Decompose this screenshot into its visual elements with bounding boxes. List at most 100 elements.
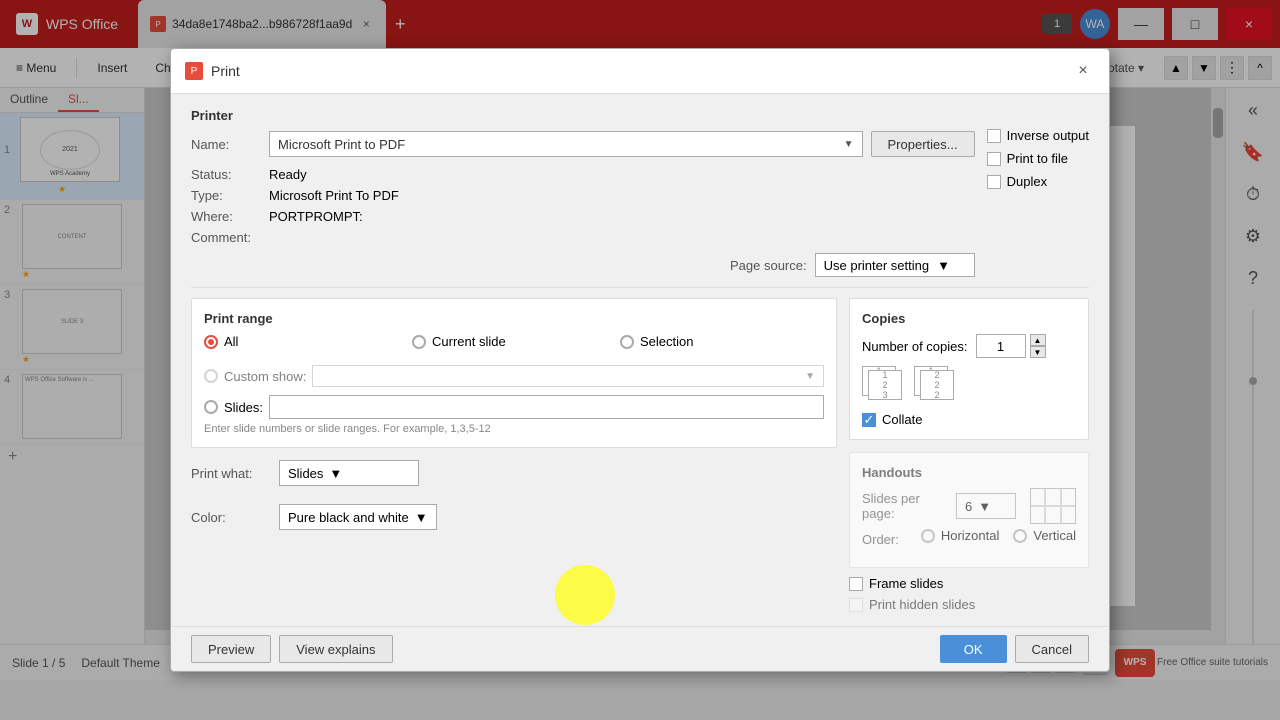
vertical-radio-row: Vertical bbox=[1013, 528, 1076, 543]
printer-section-title: Printer bbox=[191, 108, 975, 123]
copies-down-button[interactable]: ▼ bbox=[1030, 346, 1046, 358]
printer-name-value: Microsoft Print to PDF bbox=[278, 137, 844, 152]
dialog-titlebar: P Print × bbox=[171, 49, 1109, 94]
copies-row: Number of copies: ▲ ▼ bbox=[862, 334, 1076, 358]
printer-select-arrow: ▼ bbox=[844, 139, 854, 150]
print-what-value: Slides bbox=[288, 466, 323, 481]
preview-buttons: Preview View explains bbox=[191, 635, 393, 663]
handout-cell bbox=[1031, 507, 1044, 523]
duplex-label: Duplex bbox=[1007, 174, 1047, 189]
frame-slides-label: Frame slides bbox=[869, 576, 943, 591]
printer-where-row: Where: PORTPROMPT: bbox=[191, 209, 975, 224]
handout-cell bbox=[1046, 489, 1059, 505]
ok-button[interactable]: OK bbox=[940, 635, 1007, 663]
collate-checkbox[interactable]: ✓ bbox=[862, 413, 876, 427]
printer-comment-row: Comment: bbox=[191, 230, 975, 245]
divider-1 bbox=[191, 287, 1089, 288]
print-what-arrow: ▼ bbox=[329, 466, 342, 481]
print-to-file-row[interactable]: Print to file bbox=[987, 151, 1089, 166]
dialog-close-button[interactable]: × bbox=[1071, 59, 1095, 83]
handouts-section: Handouts Slides per page: 6 ▼ bbox=[849, 452, 1089, 568]
where-value: PORTPROMPT: bbox=[269, 209, 363, 224]
color-row: Color: Pure black and white ▼ bbox=[191, 504, 837, 530]
print-range-section: Print range All Current slide bbox=[191, 298, 837, 448]
print-to-file-checkbox[interactable] bbox=[987, 152, 1001, 166]
collate-icons: 123 123 111 222 bbox=[862, 366, 1076, 406]
print-what-color: Print what: Slides ▼ Color: Pure black a… bbox=[191, 460, 837, 530]
print-to-file-label: Print to file bbox=[1007, 151, 1068, 166]
current-slide-radio[interactable] bbox=[412, 335, 426, 349]
print-dialog: P Print × Printer Name: Microsoft Print … bbox=[170, 48, 1110, 672]
slides-per-page-select: 6 ▼ bbox=[956, 493, 1016, 519]
color-arrow: ▼ bbox=[415, 510, 428, 525]
frame-slides-row[interactable]: Frame slides bbox=[849, 576, 1089, 591]
page-source-value: Use printer setting bbox=[824, 258, 930, 273]
custom-show-radio-row: Custom show: ▼ bbox=[204, 365, 824, 387]
copies-input-row: ▲ ▼ bbox=[976, 334, 1046, 358]
handout-cell bbox=[1062, 507, 1075, 523]
comment-field-label: Comment: bbox=[191, 230, 261, 245]
duplex-row[interactable]: Duplex bbox=[987, 174, 1089, 189]
copies-spinner: ▲ ▼ bbox=[1030, 334, 1046, 358]
selection-label: Selection bbox=[640, 334, 693, 349]
slides-input[interactable] bbox=[269, 395, 824, 419]
vertical-label: Vertical bbox=[1033, 528, 1076, 543]
color-value: Pure black and white bbox=[288, 510, 409, 525]
horizontal-radio bbox=[921, 529, 935, 543]
copies-input[interactable] bbox=[976, 334, 1026, 358]
printer-name-select[interactable]: Microsoft Print to PDF ▼ bbox=[269, 131, 863, 157]
current-slide-label: Current slide bbox=[432, 334, 506, 349]
all-radio-row[interactable]: All bbox=[204, 334, 408, 349]
handouts-title: Handouts bbox=[862, 465, 1076, 480]
selection-radio[interactable] bbox=[620, 335, 634, 349]
color-select[interactable]: Pure black and white ▼ bbox=[279, 504, 437, 530]
copies-up-button[interactable]: ▲ bbox=[1030, 334, 1046, 346]
frame-slides-checkbox[interactable] bbox=[849, 577, 863, 591]
range-copies-section: Print range All Current slide bbox=[191, 298, 1089, 612]
status-value: Ready bbox=[269, 167, 307, 182]
slides-label: Slides: bbox=[224, 400, 263, 415]
dialog-footer: Preview View explains OK Cancel bbox=[171, 626, 1109, 671]
slides-per-page-value: 6 bbox=[965, 499, 972, 514]
custom-show-select: ▼ bbox=[312, 365, 824, 387]
inverse-output-label: Inverse output bbox=[1007, 128, 1089, 143]
num-copies-label: Number of copies: bbox=[862, 339, 968, 354]
printer-left: Printer Name: Microsoft Print to PDF ▼ P… bbox=[191, 108, 975, 277]
print-what-select[interactable]: Slides ▼ bbox=[279, 460, 419, 486]
type-label: Type: bbox=[191, 188, 261, 203]
vertical-radio bbox=[1013, 529, 1027, 543]
duplex-checkbox[interactable] bbox=[987, 175, 1001, 189]
inverse-output-row[interactable]: Inverse output bbox=[987, 128, 1089, 143]
range-title: Print range bbox=[204, 311, 824, 326]
properties-button[interactable]: Properties... bbox=[871, 131, 975, 157]
printer-name-row: Name: Microsoft Print to PDF ▼ Propertie… bbox=[191, 131, 975, 157]
range-left: Print range All Current slide bbox=[191, 298, 837, 612]
all-radio[interactable] bbox=[204, 335, 218, 349]
horizontal-label: Horizontal bbox=[941, 528, 1000, 543]
handout-cell bbox=[1046, 507, 1059, 523]
slides-radio[interactable] bbox=[204, 400, 218, 414]
frame-hidden-section: Frame slides Print hidden slides bbox=[849, 576, 1089, 612]
cancel-button[interactable]: Cancel bbox=[1015, 635, 1089, 663]
print-hidden-row: Print hidden slides bbox=[849, 597, 1089, 612]
color-label: Color: bbox=[191, 510, 271, 525]
range-radio-group: All Current slide Selection bbox=[204, 334, 824, 357]
preview-button[interactable]: Preview bbox=[191, 635, 271, 663]
inverse-output-checkbox[interactable] bbox=[987, 129, 1001, 143]
order-row: Order: Horizontal Vertical bbox=[862, 528, 1076, 551]
page-source-select[interactable]: Use printer setting ▼ bbox=[815, 253, 975, 277]
collate-checkbox-row[interactable]: ✓ Collate bbox=[862, 412, 1076, 427]
current-slide-radio-row[interactable]: Current slide bbox=[412, 334, 616, 349]
collate-icon-2: 111 222 bbox=[914, 366, 958, 406]
right-col: Copies Number of copies: ▲ ▼ bbox=[849, 298, 1089, 612]
copies-title: Copies bbox=[862, 311, 1076, 326]
dialog-body: Printer Name: Microsoft Print to PDF ▼ P… bbox=[171, 94, 1109, 626]
selection-radio-row[interactable]: Selection bbox=[620, 334, 824, 349]
printer-section: Printer Name: Microsoft Print to PDF ▼ P… bbox=[191, 108, 1089, 277]
view-explains-button[interactable]: View explains bbox=[279, 635, 392, 663]
order-label: Order: bbox=[862, 532, 915, 547]
slides-per-page-label: Slides per page: bbox=[862, 491, 950, 521]
printer-status-row: Status: Ready bbox=[191, 167, 975, 182]
print-dialog-icon: P bbox=[185, 62, 203, 80]
printer-type-row: Type: Microsoft Print To PDF bbox=[191, 188, 975, 203]
